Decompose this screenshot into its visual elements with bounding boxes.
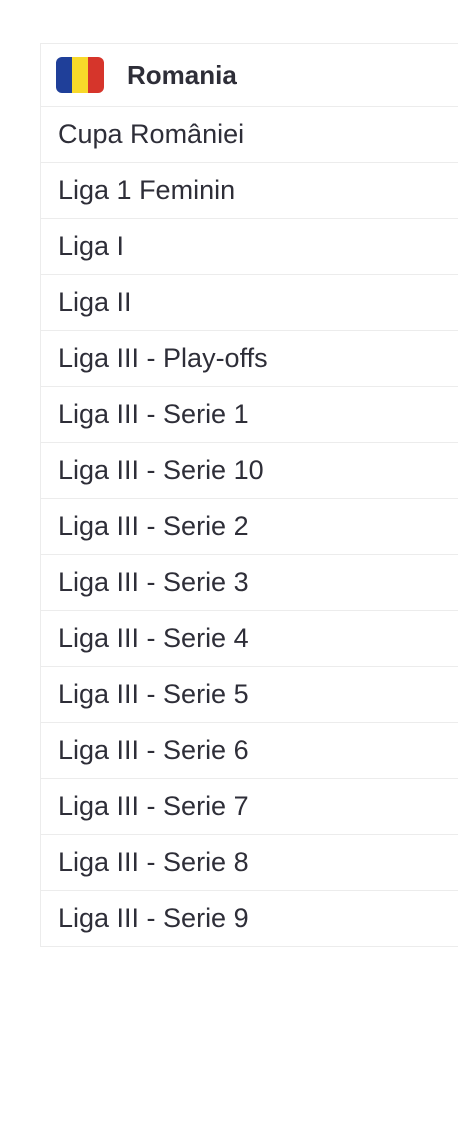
league-item-label: Liga III - Serie 7 — [58, 791, 249, 821]
country-header[interactable]: Romania — [41, 44, 458, 107]
league-item[interactable]: Liga III - Serie 4 — [41, 611, 458, 667]
league-list: Cupa României Liga 1 Feminin Liga I Liga… — [41, 107, 458, 947]
league-item[interactable]: Liga III - Serie 2 — [41, 499, 458, 555]
league-item[interactable]: Liga I — [41, 219, 458, 275]
league-item[interactable]: Cupa României — [41, 107, 458, 163]
league-item-label: Liga III - Serie 4 — [58, 623, 249, 653]
league-item[interactable]: Liga III - Serie 5 — [41, 667, 458, 723]
league-item-label: Liga III - Serie 2 — [58, 511, 249, 541]
league-item[interactable]: Liga III - Serie 7 — [41, 779, 458, 835]
country-name: Romania — [127, 59, 237, 90]
league-item-label: Liga III - Serie 6 — [58, 735, 249, 765]
league-item-label: Liga III - Serie 5 — [58, 679, 249, 709]
league-item[interactable]: Liga III - Serie 9 — [41, 891, 458, 947]
league-item-label: Liga I — [58, 231, 125, 261]
league-item-label: Liga III - Serie 3 — [58, 567, 249, 597]
league-item[interactable]: Liga III - Serie 1 — [41, 387, 458, 443]
league-item[interactable]: Liga III - Serie 3 — [41, 555, 458, 611]
league-item-label: Liga II — [58, 287, 132, 317]
league-item-label: Liga 1 Feminin — [58, 175, 236, 205]
flag-stripe-blue — [56, 57, 72, 93]
league-item-label: Liga III - Serie 1 — [58, 399, 249, 429]
league-item[interactable]: Liga III - Serie 8 — [41, 835, 458, 891]
league-item-label: Liga III - Play-offs — [58, 343, 268, 373]
league-item[interactable]: Liga III - Play-offs — [41, 331, 458, 387]
flag-stripe-yellow — [72, 57, 88, 93]
league-item[interactable]: Liga III - Serie 10 — [41, 443, 458, 499]
flag-stripe-red — [88, 57, 104, 93]
league-item-label: Liga III - Serie 9 — [58, 903, 249, 933]
league-item-label: Liga III - Serie 8 — [58, 847, 249, 877]
league-item[interactable]: Liga 1 Feminin — [41, 163, 458, 219]
romania-flag-icon — [56, 57, 104, 93]
league-item-label: Liga III - Serie 10 — [58, 455, 264, 485]
league-item-label: Cupa României — [58, 119, 245, 149]
country-league-panel: Romania Cupa României Liga 1 Feminin Lig… — [40, 43, 458, 947]
league-item[interactable]: Liga III - Serie 6 — [41, 723, 458, 779]
league-item[interactable]: Liga II — [41, 275, 458, 331]
